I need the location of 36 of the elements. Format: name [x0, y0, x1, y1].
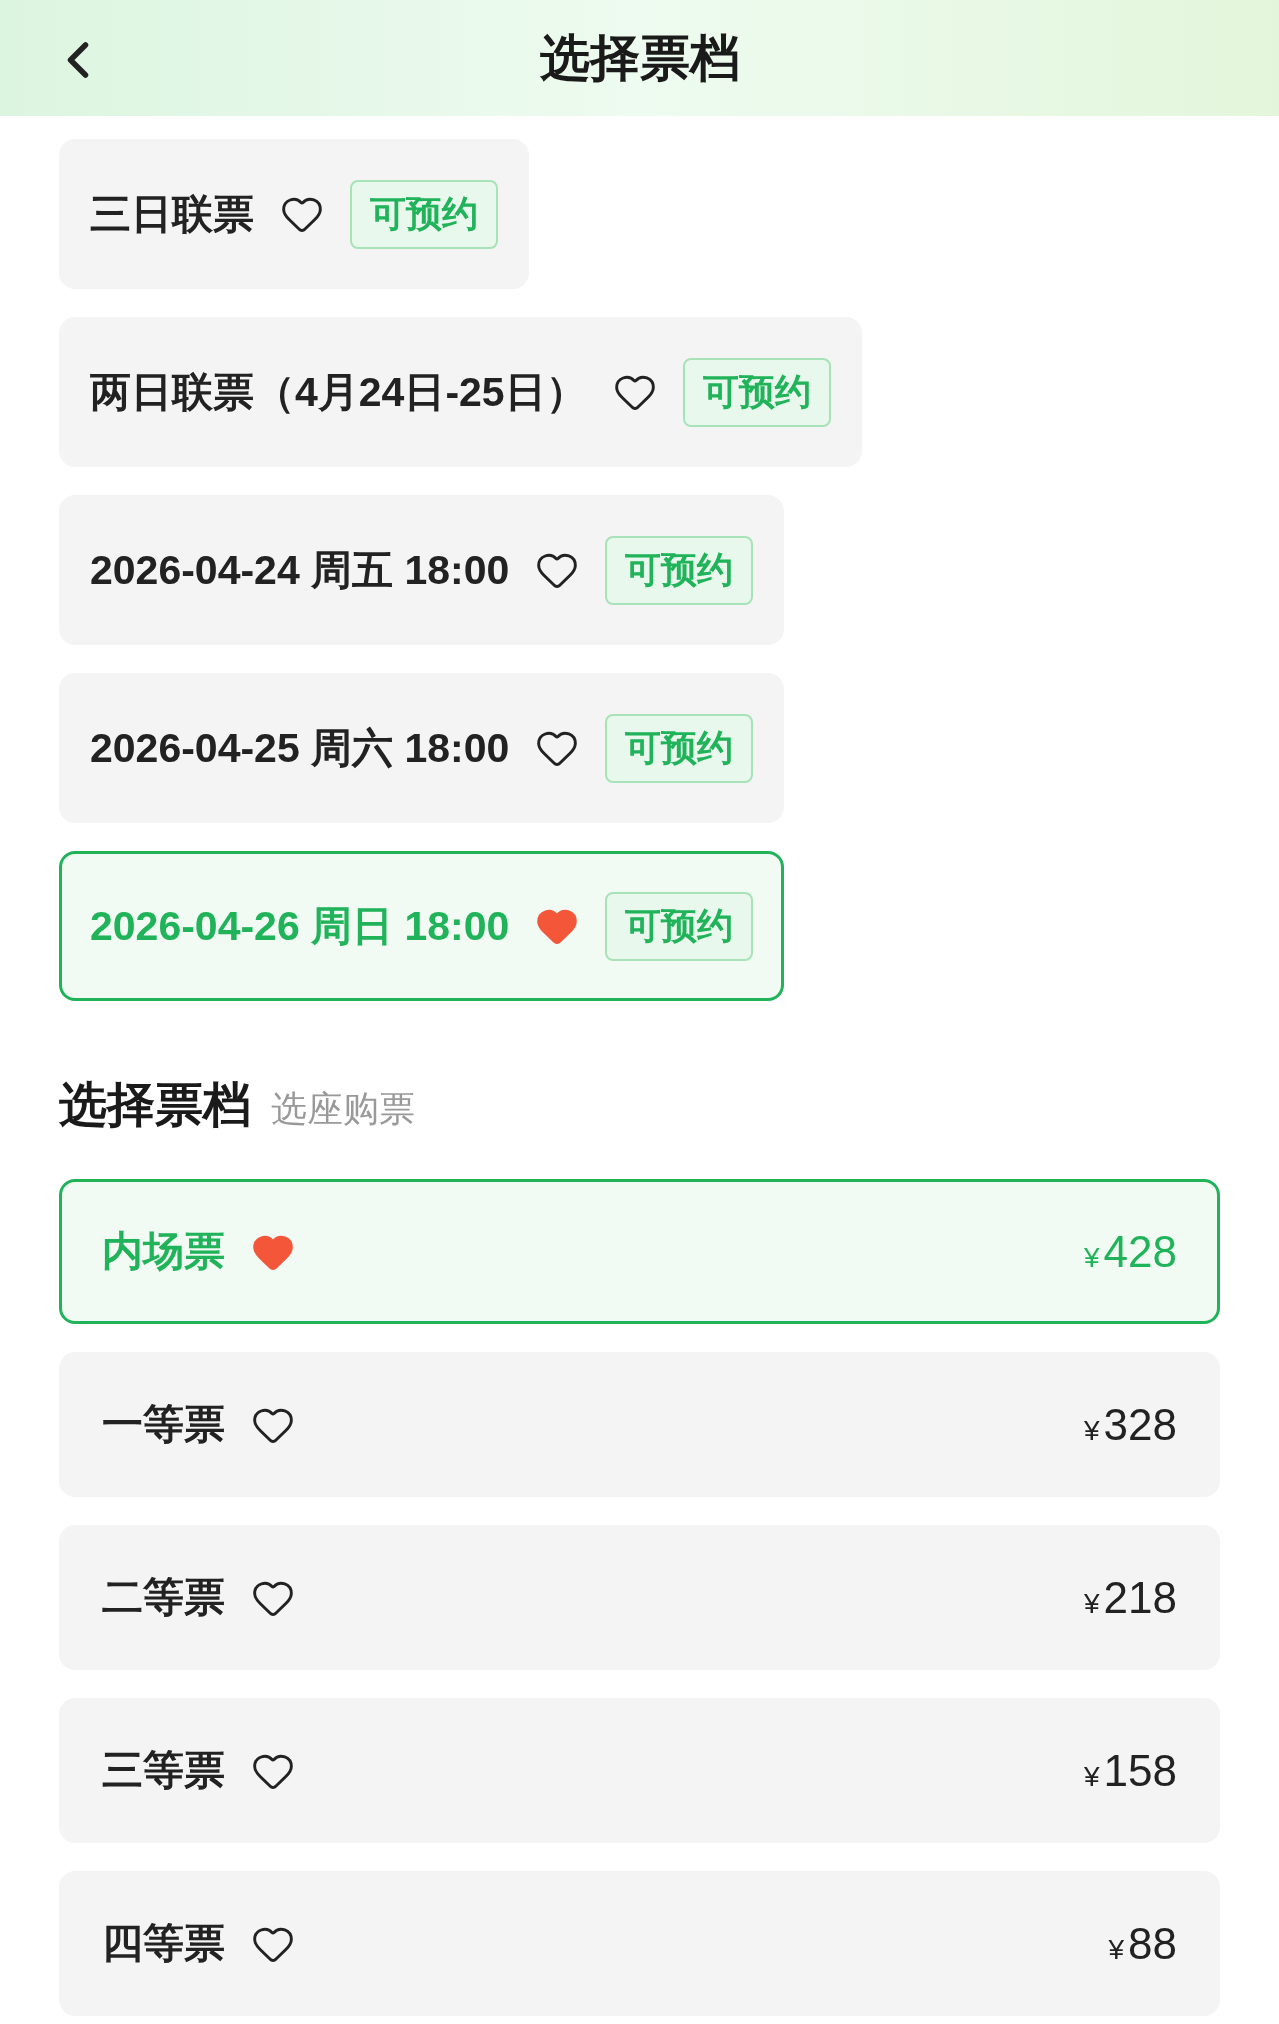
tier-name: 内场票 [102, 1227, 225, 1276]
section-subtitle: 选座购票 [271, 1087, 415, 1131]
session-option[interactable]: 两日联票（4月24日-25日） 可预约 [59, 317, 862, 467]
currency-sign: ¥ [1084, 1587, 1100, 1620]
available-badge: 可预约 [605, 535, 754, 605]
available-badge: 可预约 [605, 713, 754, 783]
tier-name: 四等票 [102, 1919, 225, 1968]
page-title: 选择票档 [539, 28, 740, 88]
session-option[interactable]: 三日联票 可预约 [59, 139, 529, 289]
session-label: 两日联票（4月24日-25日） [90, 367, 587, 417]
session-option[interactable]: 2026-04-25 周六 18:00 可预约 [59, 673, 785, 823]
available-badge: 可预约 [682, 357, 831, 427]
currency-sign: ¥ [1084, 1760, 1100, 1793]
section-title: 选择票档 [59, 1077, 251, 1133]
session-label: 2026-04-25 周六 18:00 [90, 723, 510, 773]
currency-sign: ¥ [1084, 1414, 1100, 1447]
available-badge: 可预约 [350, 179, 498, 249]
session-option[interactable]: 2026-04-24 周五 18:00 可预约 [59, 495, 785, 645]
ticket-tier-option[interactable]: 三等票 ¥158 [59, 1698, 1220, 1843]
tier-price: 428 [1103, 1226, 1177, 1277]
session-label: 2026-04-24 周五 18:00 [90, 545, 510, 595]
tier-name: 二等票 [102, 1573, 225, 1622]
session-label: 三日联票 [90, 189, 254, 239]
tier-price: 328 [1103, 1399, 1177, 1450]
tier-name: 一等票 [102, 1400, 225, 1449]
tier-price: 88 [1128, 1918, 1177, 1969]
tier-name: 三等票 [102, 1746, 225, 1795]
ticket-tier-option[interactable]: 一等票 ¥328 [59, 1352, 1220, 1497]
ticket-tier-option[interactable]: 四等票 ¥88 [59, 1871, 1220, 2016]
currency-sign: ¥ [1084, 1241, 1100, 1274]
session-label: 2026-04-26 周日 18:00 [90, 901, 510, 951]
available-badge: 可预约 [605, 891, 754, 961]
ticket-tier-option[interactable]: 二等票 ¥218 [59, 1525, 1220, 1670]
tier-price: 218 [1103, 1572, 1177, 1623]
tier-price: 158 [1103, 1745, 1177, 1796]
currency-sign: ¥ [1108, 1933, 1125, 1966]
